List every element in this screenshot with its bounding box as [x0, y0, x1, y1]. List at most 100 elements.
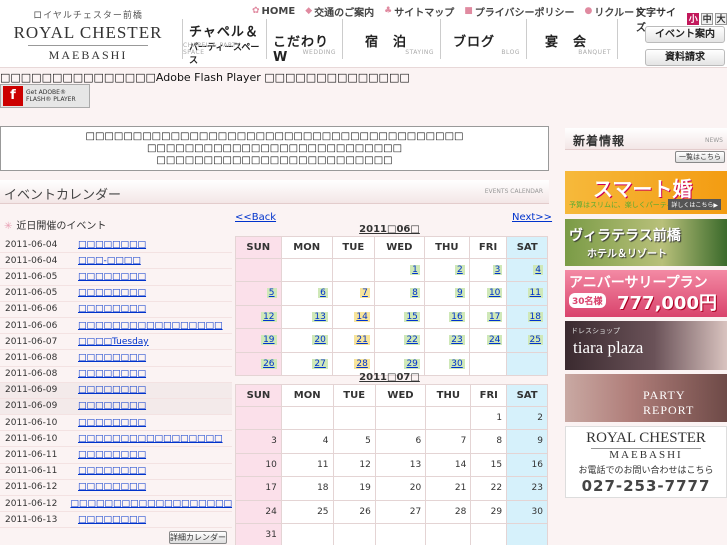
- calendar-day-event-link[interactable]: 12: [261, 311, 277, 322]
- calendar-day-event-link[interactable]: 3: [492, 264, 503, 275]
- font-size-medium-button[interactable]: 中: [701, 13, 714, 25]
- calendar-day-event-link[interactable]: 6: [318, 288, 328, 299]
- calendar-day: 8: [470, 429, 508, 454]
- top-link-home[interactable]: ✿ HOME: [252, 4, 295, 18]
- calendar-day-event-link[interactable]: 21: [354, 335, 370, 346]
- calendar-day: 23: [506, 476, 548, 501]
- calendar-day-event-link[interactable]: 27: [312, 358, 328, 369]
- detail-calendar-button[interactable]: 詳細カレンダー: [169, 531, 227, 544]
- calendar-day-event-link[interactable]: 10: [486, 288, 503, 299]
- event-date: 2011-06-04: [5, 239, 58, 250]
- calendar-back-link[interactable]: <<Back: [235, 212, 276, 223]
- event-title-link[interactable]: □□□□□□□□□□□□□□□□□□□: [70, 499, 232, 509]
- top-link-privacy[interactable]: ■ プライバシーポリシー: [464, 4, 574, 19]
- weekday-header: SAT: [506, 383, 548, 407]
- font-size-small-button[interactable]: 小: [687, 13, 700, 25]
- calendar-day-event-link[interactable]: 22: [404, 335, 420, 346]
- calendar-day-event-link[interactable]: 13: [312, 311, 328, 322]
- event-title-link[interactable]: □□□□□□□□: [78, 240, 146, 250]
- event-date: 2011-06-06: [5, 304, 58, 315]
- calendar-day: 6: [280, 281, 333, 306]
- weekday-header: THU: [425, 383, 472, 407]
- calendar-day: 17: [235, 476, 282, 501]
- calendar-day-event-link[interactable]: 11: [527, 288, 543, 299]
- weekday-header: SUN: [235, 383, 282, 407]
- calendar-day-event-link[interactable]: 29: [404, 358, 420, 369]
- top-link-access[interactable]: ◆ 交通のご案内: [305, 4, 374, 19]
- event-date: 2011-06-12: [5, 482, 58, 493]
- event-title-link[interactable]: □□□□Tuesday: [78, 337, 149, 347]
- event-title-link[interactable]: □□□□□□□□: [78, 466, 146, 476]
- event-title-link[interactable]: □□□□□□□□: [78, 482, 146, 492]
- get-flash-player-button[interactable]: f Get ADOBE® FLASH® PLAYER: [0, 84, 90, 108]
- event-title-link[interactable]: □□□□□□□□: [78, 369, 146, 379]
- event-list-item: 2011-06-09 □□□□□□□□: [0, 398, 232, 416]
- event-title-link[interactable]: □□□□□□□□: [78, 385, 146, 395]
- calendar-day: 21: [331, 328, 375, 353]
- calendar-day-event-link[interactable]: 28: [354, 358, 370, 369]
- logo-kana: ロイヤルチェスター前橋: [33, 11, 143, 21]
- news-title: 新着情報: [573, 134, 626, 148]
- calendar-day: 13: [280, 304, 333, 329]
- smart-wedding-banner[interactable]: スマート婚 予算はスリムに、楽しくパーティー。 詳しくはこちら▶: [565, 171, 727, 214]
- event-title-link[interactable]: □□□□□□□□: [78, 515, 146, 525]
- calendar-day-event-link[interactable]: 26: [261, 358, 277, 369]
- calendar-day-event-link[interactable]: 9: [454, 288, 465, 299]
- event-title-link[interactable]: □□□□□□□□: [78, 418, 146, 428]
- calendar-day-event-link[interactable]: 8: [410, 288, 420, 299]
- event-list-item: 2011-06-10 □□□□□□□□: [0, 415, 232, 432]
- calendar-day-event-link[interactable]: 16: [449, 311, 465, 322]
- nav-wedding[interactable]: こだわりW WEDDING: [266, 19, 342, 65]
- calendar-day-event-link[interactable]: 23: [449, 335, 465, 346]
- contact-banner[interactable]: ROYAL CHESTER MAEBASHI お電話でのお問い合わせはこちら 0…: [565, 426, 727, 498]
- calendar-day-event-link[interactable]: 18: [527, 311, 543, 322]
- news-list-button[interactable]: 一覧はこちら: [675, 151, 725, 163]
- event-title-link[interactable]: □□□□□□□□□□□□□□□□□: [78, 434, 223, 444]
- nav-banquet[interactable]: 宴 会 BANQUET: [526, 19, 618, 59]
- calendar-day-event-link[interactable]: 2: [454, 264, 465, 275]
- nav-blog[interactable]: ブログ BLOG: [440, 19, 526, 59]
- event-title-link[interactable]: □□□□□□□□: [78, 288, 146, 298]
- calendar-day: 25: [506, 328, 548, 353]
- event-title-link[interactable]: □□□-□□□□: [78, 256, 141, 266]
- site-logo[interactable]: ロイヤルチェスター前橋 ROYAL CHESTER MAEBASHI: [0, 8, 176, 68]
- event-title-link[interactable]: □□□□□□□□: [78, 353, 146, 363]
- event-list-item: 2011-06-07 □□□□Tuesday: [0, 334, 232, 351]
- request-materials-button[interactable]: 資料請求: [645, 49, 725, 66]
- event-title-link[interactable]: □□□□□□□□□□□□□□□□□: [78, 321, 223, 331]
- weekday-header: WED: [373, 235, 425, 259]
- party-report-banner[interactable]: PARTY REPORT: [565, 374, 727, 422]
- calendar-day-event-link[interactable]: 5: [266, 288, 277, 299]
- event-date: 2011-06-05: [5, 271, 58, 282]
- font-size-large-button[interactable]: 大: [715, 13, 727, 25]
- villa-terrace-banner[interactable]: ヴィラテラス前橋 ホテル＆リゾート: [565, 219, 727, 266]
- calendar-day-event-link[interactable]: 17: [486, 311, 503, 322]
- calendar-day-event-link[interactable]: 25: [527, 335, 543, 346]
- event-info-button[interactable]: イベント案内: [645, 26, 725, 43]
- calendar-day-event-link[interactable]: 4: [533, 264, 543, 275]
- event-title-link[interactable]: □□□□□□□□: [78, 450, 146, 460]
- calendar-next-link[interactable]: Next>>: [512, 212, 552, 223]
- tiara-plaza-banner[interactable]: ドレスショップ tiara plaza: [565, 321, 727, 370]
- top-link-sitemap[interactable]: ♣ サイトマップ: [384, 4, 454, 19]
- header: ロイヤルチェスター前橋 ROYAL CHESTER MAEBASHI ✿ HOME…: [0, 0, 727, 68]
- calendar-day-event-link[interactable]: 30: [449, 358, 465, 369]
- nav-staying[interactable]: 宿 泊 STAYING: [342, 19, 440, 59]
- calendar-day-event-link[interactable]: 19: [261, 335, 277, 346]
- calendar-day-event-link[interactable]: 24: [486, 335, 503, 346]
- event-list-item: 2011-06-12 □□□□□□□□: [0, 480, 232, 496]
- calendar-day-event-link[interactable]: 20: [312, 335, 328, 346]
- calendar-day-event-link[interactable]: 1: [410, 264, 420, 275]
- calendar-day-event-link[interactable]: 14: [354, 311, 370, 322]
- calendar-day-event-link[interactable]: 15: [404, 311, 420, 322]
- event-title-link[interactable]: □□□□□□□□: [78, 304, 146, 314]
- event-title-link[interactable]: □□□□□□□□: [78, 401, 146, 411]
- anniversary-plan-banner[interactable]: アニバーサリープラン 30名様 777,000円: [565, 270, 727, 317]
- calendar-day: 11: [280, 452, 334, 477]
- calendar-day-event-link[interactable]: 7: [360, 288, 370, 299]
- nav-chapel[interactable]: チャペル＆ パーティースペース CHAPEL & PARTY SPACE: [182, 19, 266, 66]
- event-title-link[interactable]: □□□□□□□□: [78, 272, 146, 282]
- calendar-day: 16: [423, 304, 470, 329]
- event-date: 2011-06-05: [5, 288, 58, 299]
- calendar-day: 9: [506, 429, 548, 454]
